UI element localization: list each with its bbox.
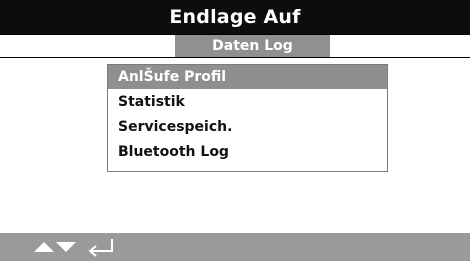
enter-return-icon[interactable] <box>84 233 116 261</box>
menu-item-servicespeich[interactable]: Servicespeich. <box>108 115 387 139</box>
tab-daten-log[interactable]: Daten Log <box>175 35 330 57</box>
menu-item-bluetooth-log[interactable]: Bluetooth Log <box>108 140 387 164</box>
footer-bar <box>0 233 470 261</box>
menu-item-statistik[interactable]: Statistik <box>108 90 387 114</box>
menu-item-label: Bluetooth Log <box>118 144 229 160</box>
device-screen: Endlage Auf Daten Log AnlŠufe Profil Sta… <box>0 0 470 261</box>
menu-item-label: AnlŠufe Profil <box>118 69 227 85</box>
menu-list: AnlŠufe Profil Statistik Servicespeich. … <box>107 64 388 172</box>
header-bar: Endlage Auf <box>0 0 470 34</box>
menu-item-label: Servicespeich. <box>118 119 233 135</box>
tab-row: Daten Log <box>0 34 470 58</box>
tab-label: Daten Log <box>212 38 293 54</box>
page-title: Endlage Auf <box>169 6 301 28</box>
arrow-up-icon[interactable] <box>33 233 55 261</box>
arrow-down-icon[interactable] <box>55 233 77 261</box>
menu-item-label: Statistik <box>118 94 185 110</box>
menu-item-anlaeufe-profil[interactable]: AnlŠufe Profil <box>108 65 387 89</box>
